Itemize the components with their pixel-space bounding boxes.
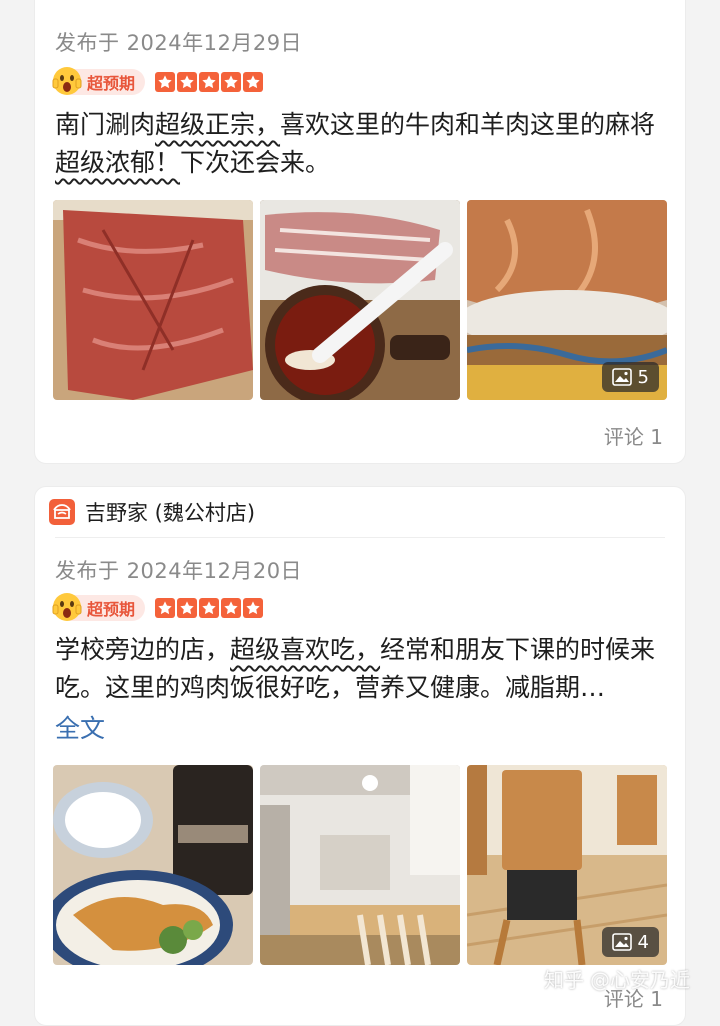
review-photo-restaurant-interior[interactable]: [260, 765, 460, 965]
photo-count-badge[interactable]: 4: [601, 927, 659, 957]
review-text-part: 学校旁边的店，: [55, 635, 231, 664]
review-card: 发布于 2024年12月29日 超预期 南门涮肉超级正宗，喜欢这里的牛肉和羊肉这…: [34, 0, 686, 464]
expectation-badge: 超预期: [52, 593, 146, 621]
full-text-link[interactable]: 全文: [55, 709, 105, 745]
shop-name: 吉野家 (魏公村店): [85, 501, 256, 525]
star-icon: [177, 598, 198, 618]
review-photo-chicken-rice[interactable]: [53, 765, 253, 965]
review-text[interactable]: 学校旁边的店，超级喜欢吃，经常和朋友下课的时候来吃。这里的鸡肉饭很好吃，营养又健…: [55, 631, 665, 707]
star-icon: [199, 598, 220, 618]
photo-grid: 4: [53, 765, 667, 965]
star-icon: [155, 598, 176, 618]
star-icon: [155, 72, 176, 92]
rating-row: 超预期: [52, 593, 264, 623]
review-text[interactable]: 南门涮肉超级正宗，喜欢这里的牛肉和羊肉这里的麻将超级浓郁！下次还会来。: [55, 106, 665, 182]
highlight-text: 超级喜欢吃，: [230, 635, 381, 664]
review-photo-hotpot[interactable]: 5: [467, 200, 667, 400]
photo-count-badge[interactable]: 5: [601, 362, 659, 392]
expectation-label: 超预期: [87, 600, 136, 619]
star-icon: [221, 598, 242, 618]
highlight-text: 超级正宗，: [155, 110, 281, 139]
review-photo-beef[interactable]: [53, 200, 253, 400]
watermark-author: @心安乃近: [590, 968, 690, 992]
expectation-label: 超预期: [87, 74, 136, 93]
star-icon: [199, 72, 220, 92]
shop-icon: [49, 499, 75, 525]
review-photo-lamb-sauce[interactable]: [260, 200, 460, 400]
photo-count: 5: [637, 366, 649, 388]
review-date: 发布于 2024年12月29日: [55, 31, 303, 55]
photo-grid: 5: [53, 200, 667, 400]
watermark: 知乎 @心安乃近: [544, 964, 690, 993]
watermark-site: 知乎: [544, 968, 584, 992]
surprised-emoji-icon: [52, 67, 82, 95]
rating-row: 超预期: [52, 67, 264, 97]
shop-header[interactable]: 吉野家 (魏公村店): [49, 497, 255, 527]
review-text-part: 下次还会来。: [180, 148, 331, 177]
highlight-text: 超级浓郁！: [55, 148, 181, 177]
surprised-emoji-icon: [52, 593, 82, 621]
star-icon: [243, 72, 264, 92]
review-text-part: 南门涮肉: [55, 110, 156, 139]
star-icon: [177, 72, 198, 92]
image-icon: [611, 933, 632, 951]
image-icon: [611, 368, 632, 386]
star-rating: [155, 72, 264, 92]
review-photo-chairs[interactable]: 4: [467, 765, 667, 965]
review-text-part: 喜欢这里的牛肉和羊肉这里的麻将: [280, 110, 656, 139]
star-icon: [243, 598, 264, 618]
comment-link[interactable]: 评论 1: [604, 421, 663, 450]
review-card: 吉野家 (魏公村店) 发布于 2024年12月20日 超预期 学校旁边的店，超级…: [34, 486, 686, 1026]
divider: [55, 537, 665, 538]
star-icon: [221, 72, 242, 92]
photo-count: 4: [637, 931, 649, 953]
star-rating: [155, 598, 264, 618]
review-date: 发布于 2024年12月20日: [55, 559, 303, 583]
expectation-badge: 超预期: [52, 67, 146, 95]
